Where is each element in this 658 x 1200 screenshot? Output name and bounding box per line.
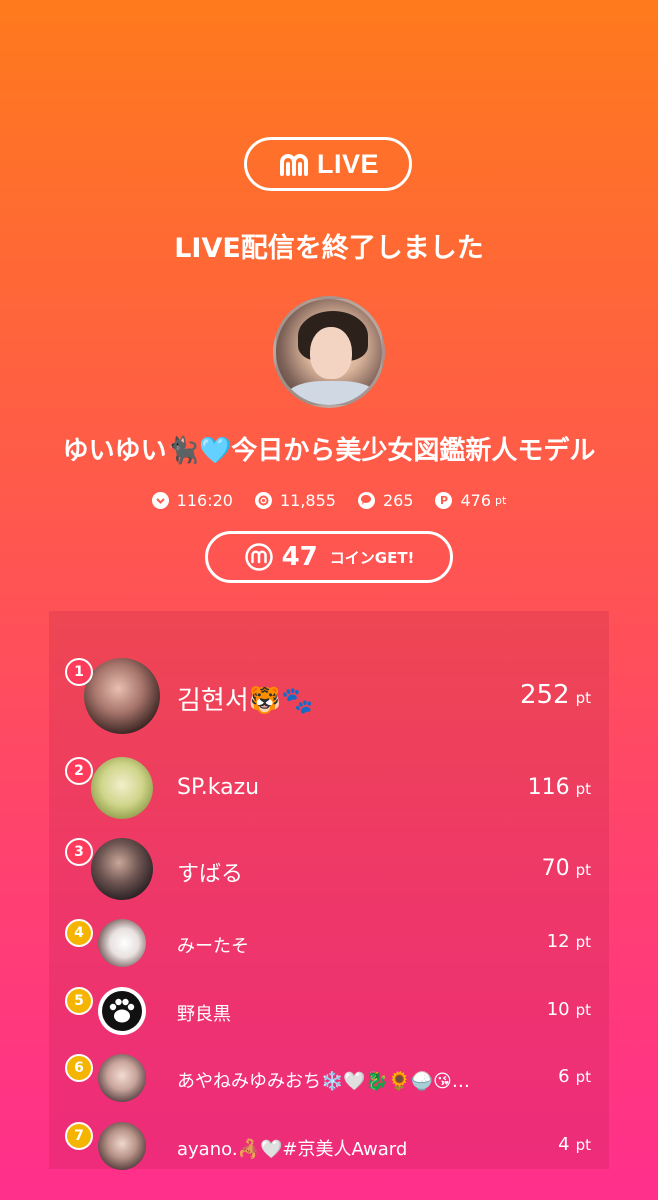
- paw-icon: [100, 989, 144, 1033]
- logo-text: LIVE: [316, 148, 379, 179]
- rank-1-avatar: [84, 658, 160, 734]
- comment-icon: [357, 491, 375, 509]
- rank-6-name: あやねみゆみおち❄️🤍🐉🌻🍚😘…: [177, 1071, 470, 1092]
- coin-count: 47: [281, 542, 318, 572]
- ranking-row-3[interactable]: 3 すばる 70 pt: [49, 836, 609, 900]
- rank-5-avatar: [98, 987, 146, 1035]
- rank-4-badge: 4: [65, 919, 93, 947]
- ranking-row-1[interactable]: 1 김현서🐯🐾 252 pt: [49, 656, 609, 736]
- rank-1-badge: 1: [65, 658, 93, 686]
- clock-icon: [151, 491, 169, 509]
- viewers-value: 11,855: [279, 490, 336, 510]
- page-title: LIVE配信を終了しました: [174, 233, 484, 264]
- ranking-row-4[interactable]: 4 みーたそ 12 pt: [49, 917, 609, 967]
- rank-3-badge: 3: [65, 838, 93, 866]
- rank-5-name: 野良黒: [177, 1004, 231, 1025]
- rank-1-name: 김현서🐯🐾: [177, 686, 314, 716]
- mixchannel-live-logo: LIVE: [244, 137, 412, 191]
- rank-4-avatar: [98, 919, 146, 967]
- ranking-row-2[interactable]: 2 SP.kazu 116 pt: [49, 755, 609, 819]
- rank-4-unit: pt: [575, 933, 591, 951]
- rank-4-points-wrap: 12 pt: [547, 931, 591, 952]
- rank-6-badge: 6: [65, 1054, 93, 1082]
- rank-6-points-wrap: 6 pt: [558, 1066, 591, 1087]
- rank-2-points-wrap: 116 pt: [528, 775, 591, 800]
- rank-7-unit: pt: [575, 1136, 591, 1154]
- rank-7-badge: 7: [65, 1122, 93, 1150]
- rank-7-avatar: [98, 1122, 146, 1170]
- rank-1-unit: pt: [575, 689, 591, 707]
- comments-value: 265: [382, 490, 414, 510]
- eye-icon: [254, 491, 272, 509]
- rank-3-unit: pt: [575, 861, 591, 879]
- rank-6-avatar: [98, 1054, 146, 1102]
- ranking-row-5[interactable]: 5 野良黒 10 pt: [49, 985, 609, 1035]
- rank-4-points: 12: [546, 931, 570, 952]
- rank-5-points: 10: [546, 999, 570, 1020]
- rank-6-points: 6: [558, 1066, 570, 1087]
- rank-3-name: すばる: [177, 862, 244, 887]
- rank-3-points-wrap: 70 pt: [542, 856, 591, 881]
- stats-bar: 116:20 11,855 265 P 476 pt: [0, 488, 658, 512]
- m-logo-icon: [277, 149, 311, 179]
- stat-points: P 476 pt: [435, 491, 506, 510]
- rank-4-name: みーたそ: [177, 936, 249, 957]
- rank-2-points: 116: [527, 775, 570, 800]
- point-icon: P: [435, 491, 453, 509]
- host-name[interactable]: ゆいゆい🐈‍⬛🩵今日から美少女図鑑新人モデル: [0, 430, 658, 467]
- rank-6-unit: pt: [575, 1068, 591, 1086]
- coin-icon: [244, 542, 274, 572]
- rank-7-points: 4: [558, 1134, 570, 1155]
- rank-5-badge: 5: [65, 987, 93, 1015]
- duration-value: 116:20: [176, 490, 233, 510]
- rank-1-points-wrap: 252 pt: [520, 680, 591, 710]
- points-unit: pt: [495, 493, 507, 507]
- coin-label: コインGET!: [329, 548, 415, 567]
- rank-5-unit: pt: [575, 1001, 591, 1019]
- rank-3-avatar: [91, 838, 153, 900]
- rank-7-points-wrap: 4 pt: [558, 1134, 591, 1155]
- ranking-row-7[interactable]: 7 ayano.🦂🤍#京美人Award 4 pt: [49, 1120, 609, 1170]
- stat-duration: 116:20: [151, 490, 233, 510]
- rank-3-points: 70: [541, 856, 570, 881]
- host-avatar[interactable]: [273, 296, 385, 408]
- rank-2-avatar: [91, 757, 153, 819]
- gift-ranking-list: 1 김현서🐯🐾 252 pt 2 SP.kazu 116 pt 3 すばる 70 pt…: [49, 611, 609, 1170]
- rank-2-badge: 2: [65, 757, 93, 785]
- rank-1-points: 252: [519, 680, 570, 710]
- rank-2-name: SP.kazu: [177, 775, 260, 800]
- rank-2-unit: pt: [575, 780, 591, 798]
- ranking-row-6[interactable]: 6 あやねみゆみおち❄️🤍🐉🌻🍚😘… 6 pt: [49, 1052, 609, 1102]
- stat-viewers: 11,855: [254, 490, 336, 510]
- points-value: 476: [460, 490, 492, 510]
- rank-7-name: ayano.🦂🤍#京美人Award: [177, 1139, 408, 1160]
- coin-get-badge: 47 コインGET!: [205, 531, 453, 583]
- rank-5-points-wrap: 10 pt: [547, 999, 591, 1020]
- stat-comments: 265: [357, 490, 414, 510]
